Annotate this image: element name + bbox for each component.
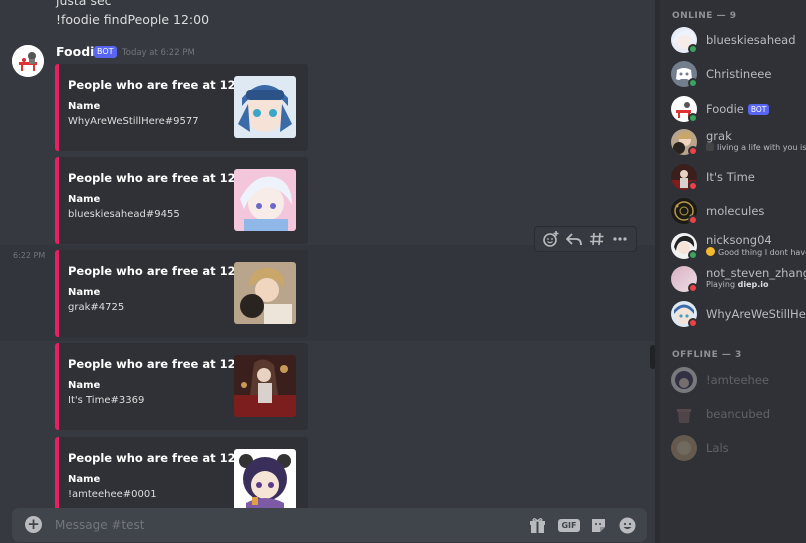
embed-field-name: Name	[68, 380, 101, 391]
member-item[interactable]: blueskiesahead	[671, 26, 806, 54]
create-thread-icon[interactable]	[588, 230, 606, 248]
status-dnd-indicator	[688, 283, 698, 293]
embed-field-name: Name	[68, 194, 101, 205]
embed-field-value: blueskiesahead#9455	[68, 209, 180, 220]
member-name: grak	[706, 129, 732, 143]
status-dnd-indicator	[688, 146, 698, 156]
offline-section-header: OFFLINE — 3	[672, 350, 742, 360]
message-text: justa sec	[56, 0, 112, 8]
message-input[interactable]: Message #test	[55, 518, 145, 532]
online-section-header: ONLINE — 9	[672, 11, 737, 21]
custom-status-emoji-icon	[706, 247, 715, 256]
embed-field-value: It's Time#3369	[68, 395, 145, 406]
embed-thumbnail[interactable]	[234, 262, 296, 324]
member-name: Foodie BOT	[706, 102, 770, 116]
embed-thumbnail[interactable]	[234, 355, 296, 417]
member-item[interactable]: beancubed	[671, 400, 806, 428]
embed-field-value: WhyAreWeStillHere#9577	[68, 116, 199, 127]
message-toolbar	[534, 226, 637, 252]
member-name-text: Foodie	[706, 102, 744, 116]
embed: People who are free at 12:00: Name grak#…	[55, 250, 308, 337]
embed: People who are free at 12:00: Name blues…	[55, 157, 308, 244]
status-dnd-indicator	[688, 181, 698, 191]
member-name: It's Time	[706, 170, 755, 184]
member-activity: Playing diep.io	[706, 280, 769, 289]
add-reaction-icon[interactable]	[542, 230, 560, 248]
avatar	[671, 435, 697, 461]
embed-title: People who are free at 12:00:	[68, 451, 261, 465]
custom-status-emoji-icon	[706, 143, 714, 151]
embed-title: People who are free at 12:00:	[68, 78, 261, 92]
embed-field-name: Name	[68, 474, 101, 485]
gif-icon[interactable]: GIF	[558, 516, 580, 534]
member-item[interactable]: nicksong04 Good thing I dont have	[671, 232, 806, 260]
member-name: Lals	[706, 441, 729, 455]
more-options-icon[interactable]	[611, 230, 629, 248]
embed-thumbnail[interactable]	[234, 449, 296, 511]
member-name: molecules	[706, 204, 765, 218]
message-composer: + Message #test GIF	[12, 508, 647, 542]
embed-title: People who are free at 12:00:	[68, 171, 261, 185]
member-name: WhyAreWeStillHere	[706, 307, 806, 321]
member-name: !amteehee	[706, 373, 769, 387]
member-item[interactable]: !amteehee	[671, 366, 806, 394]
member-activity-text: Good thing I dont have	[718, 248, 806, 257]
member-name: nicksong04	[706, 233, 772, 247]
member-item[interactable]: grak living a life with you is	[671, 128, 806, 156]
member-name: Christineee	[706, 67, 772, 81]
status-online-indicator	[688, 44, 698, 54]
avatar	[671, 367, 697, 393]
embed-field-value: grak#4725	[68, 302, 125, 313]
embed-field-value: !amteehee#0001	[68, 489, 157, 500]
status-online-indicator	[688, 78, 698, 88]
member-item[interactable]: Foodie BOT	[671, 95, 806, 123]
member-item[interactable]: molecules	[671, 197, 806, 225]
gif-label: GIF	[558, 518, 580, 532]
member-activity-text: living a life with you is	[717, 143, 806, 152]
embed: People who are free at 12:00: Name It's …	[55, 343, 308, 430]
reply-icon[interactable]	[565, 230, 583, 248]
avatar[interactable]	[12, 45, 44, 77]
avatar	[671, 401, 697, 427]
embed-title: People who are free at 12:00:	[68, 264, 261, 278]
member-activity: living a life with you is	[706, 143, 806, 152]
embed-thumbnail[interactable]	[234, 169, 296, 231]
embed-title: People who are free at 12:00:	[68, 357, 261, 371]
status-dnd-indicator	[688, 215, 698, 225]
member-item[interactable]: Christineee	[671, 60, 806, 88]
embed-field-name: Name	[68, 101, 101, 112]
message-text: !foodie findPeople 12:00	[56, 12, 210, 27]
status-online-indicator	[688, 250, 698, 260]
timestamp: Today at 6:22 PM	[122, 48, 195, 58]
side-timestamp: 6:22 PM	[13, 251, 46, 260]
status-online-indicator	[688, 113, 698, 123]
emoji-icon[interactable]	[618, 516, 636, 534]
member-item[interactable]: WhyAreWeStillHere	[671, 300, 806, 328]
member-name: beancubed	[706, 407, 770, 421]
status-dnd-indicator	[688, 318, 698, 328]
member-item[interactable]: Lals	[671, 434, 806, 462]
member-item[interactable]: not_steven_zhang Playing diep.io	[671, 265, 806, 293]
member-list: ONLINE — 9 blueskiesahead Christineee Fo…	[660, 0, 806, 543]
attach-plus-icon[interactable]: +	[25, 516, 42, 533]
bot-badge: BOT	[747, 104, 770, 115]
chat-area: justa sec !foodie findPeople 12:00 Foodi…	[0, 0, 660, 543]
sticker-icon[interactable]	[589, 516, 607, 534]
member-item[interactable]: It's Time	[671, 163, 806, 191]
member-activity-prefix: Playing	[706, 280, 738, 289]
embed-field-name: Name	[68, 287, 101, 298]
embed: People who are free at 12:00: Name WhyAr…	[55, 64, 308, 151]
gift-icon[interactable]	[528, 516, 546, 534]
member-name: blueskiesahead	[706, 33, 796, 47]
member-activity-game: diep.io	[737, 280, 769, 289]
embed-thumbnail[interactable]	[234, 76, 296, 138]
member-activity: Good thing I dont have	[706, 247, 806, 257]
member-name: not_steven_zhang	[706, 266, 806, 280]
bot-badge: BOT	[94, 46, 117, 58]
